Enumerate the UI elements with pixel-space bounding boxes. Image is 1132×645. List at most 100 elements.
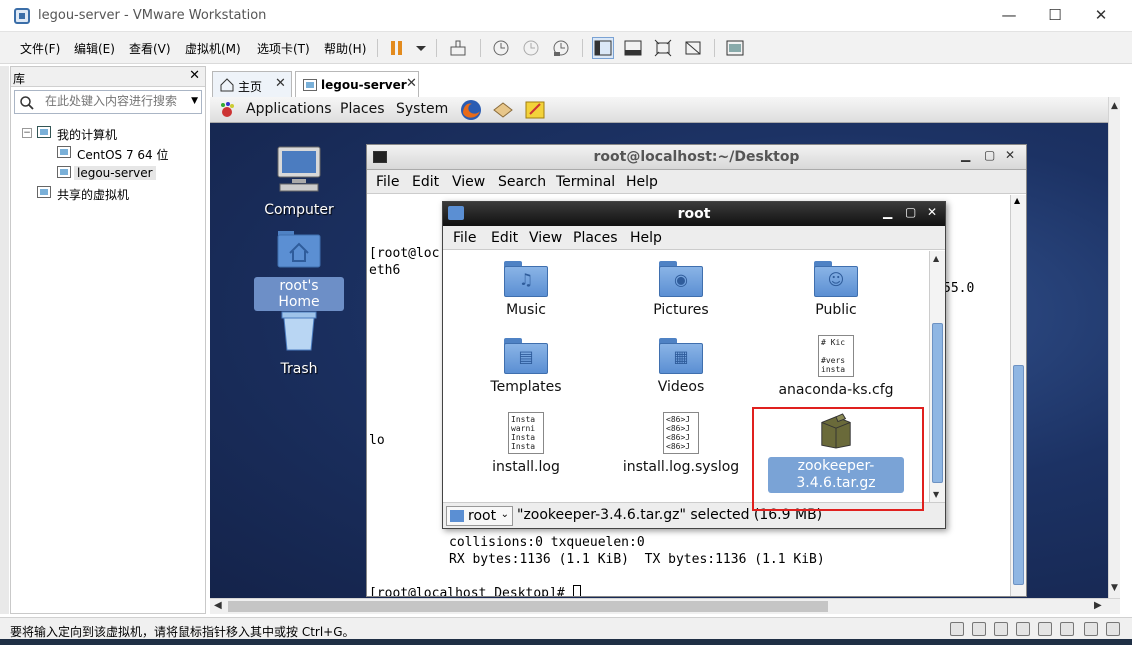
scroll-up-icon[interactable]: ▲ <box>1111 101 1118 111</box>
tab-home[interactable]: 主页 ✕ <box>212 71 292 98</box>
file-item-pictures[interactable]: ◉ Pictures <box>606 261 756 320</box>
text-file-icon: Insta warni Insta Insta <box>508 412 544 454</box>
terminal-menu-search[interactable]: Search <box>498 174 546 190</box>
hard-disk-icon[interactable] <box>950 622 964 636</box>
mail-icon[interactable] <box>492 100 514 120</box>
terminal-menu-help[interactable]: Help <box>626 174 658 190</box>
fm-maximize-button[interactable]: ▢ <box>905 205 916 219</box>
unity-button[interactable] <box>682 37 704 59</box>
scroll-up-icon[interactable]: ▲ <box>933 254 939 263</box>
fm-minimize-button[interactable]: ▁ <box>883 205 892 219</box>
snapshot-button[interactable] <box>490 37 512 59</box>
menu-applications[interactable]: Applications <box>246 101 332 117</box>
scroll-right-icon[interactable]: ▶ <box>1094 600 1102 611</box>
terminal-menu-edit[interactable]: Edit <box>412 174 439 190</box>
pause-button[interactable] <box>386 37 408 59</box>
fm-close-button[interactable]: ✕ <box>927 205 937 219</box>
firefox-icon[interactable] <box>460 99 482 121</box>
tree-item-my-computer[interactable]: − 我的计算机 <box>11 123 205 143</box>
fm-menu-places[interactable]: Places <box>573 230 618 246</box>
terminal-close-button[interactable]: ✕ <box>1005 148 1015 162</box>
file-view-scrollbar[interactable]: ▲ ▼ <box>929 251 945 502</box>
vm-console[interactable]: Applications Places System Computer root… <box>210 97 1120 598</box>
minimize-button[interactable]: — <box>986 0 1032 32</box>
menu-file[interactable]: 文件(F) <box>20 40 60 57</box>
chevron-down-icon <box>416 46 426 51</box>
network-icon[interactable] <box>972 622 986 636</box>
maximize-button[interactable]: ☐ <box>1032 0 1078 32</box>
library-search-input[interactable] <box>45 94 185 108</box>
horizontal-scroll-thumb[interactable] <box>228 601 828 612</box>
fm-menu-view[interactable]: View <box>529 230 562 246</box>
file-item-templates[interactable]: ▤ Templates <box>451 338 601 397</box>
vm-vertical-scrollbar[interactable]: ▲ ▼ <box>1108 97 1120 598</box>
search-dropdown-icon[interactable]: ▼ <box>191 96 198 106</box>
scroll-down-icon[interactable]: ▼ <box>1111 583 1118 593</box>
location-dropdown[interactable]: root ⌄ <box>446 506 513 526</box>
sound-icon[interactable] <box>1038 622 1052 636</box>
fullscreen-button[interactable] <box>652 37 674 59</box>
library-close-button[interactable]: ✕ <box>189 68 200 83</box>
menu-help[interactable]: 帮助(H) <box>324 40 366 57</box>
file-item-anaconda-ks[interactable]: # Kic #vers insta anaconda-ks.cfg <box>761 335 911 400</box>
scroll-up-icon[interactable]: ▲ <box>1014 196 1020 205</box>
console-view-button[interactable] <box>724 37 746 59</box>
fit-guest-icon[interactable] <box>1106 622 1120 636</box>
terminal-menu-terminal[interactable]: Terminal <box>556 174 615 190</box>
tab-close-button[interactable]: ✕ <box>275 76 286 91</box>
menu-tabs[interactable]: 选项卡(T) <box>257 40 310 57</box>
file-item-music[interactable]: ♫ Music <box>451 261 601 320</box>
fm-menu-edit[interactable]: Edit <box>491 230 518 246</box>
shared-vms-icon <box>37 186 51 198</box>
public-folder-icon: ☺ <box>814 261 858 297</box>
notes-icon[interactable] <box>524 100 546 120</box>
file-item-install-log[interactable]: Insta warni Insta Insta install.log <box>451 412 601 477</box>
library-header: 库 ✕ <box>11 67 205 87</box>
tab-close-button[interactable]: ✕ <box>406 76 417 91</box>
file-item-install-log-syslog[interactable]: <86>J <86>J <86>J <86>J install.log.sysl… <box>606 412 756 477</box>
menu-view[interactable]: 查看(V) <box>129 40 171 57</box>
tree-item-centos[interactable]: CentOS 7 64 位 <box>11 143 205 163</box>
vm-horizontal-scrollbar[interactable]: ◀ ▶ <box>210 598 1120 614</box>
scroll-down-icon[interactable]: ▼ <box>933 490 939 499</box>
text-file-icon: <86>J <86>J <86>J <86>J <box>663 412 699 454</box>
menu-places[interactable]: Places <box>340 101 385 117</box>
desktop-icon-trash[interactable]: Trash <box>254 308 344 378</box>
revert-icon <box>523 40 539 56</box>
usb-icon[interactable] <box>994 622 1008 636</box>
fm-menu-file[interactable]: File <box>453 230 476 246</box>
tree-label: CentOS 7 64 位 <box>77 148 169 162</box>
tree-item-legou-server[interactable]: legou-server <box>11 163 205 183</box>
terminal-scrollbar[interactable]: ▲ <box>1010 195 1026 596</box>
tab-legou-server[interactable]: legou-server ✕ <box>295 71 419 98</box>
revert-snapshot-button[interactable] <box>520 37 542 59</box>
desktop-icon-home[interactable]: root's Home <box>254 229 344 311</box>
file-view-scroll-thumb[interactable] <box>932 323 943 483</box>
tree-item-shared-vms[interactable]: 共享的虚拟机 <box>11 183 205 203</box>
collapse-icon[interactable]: − <box>22 128 32 138</box>
power-dropdown-button[interactable] <box>410 37 432 59</box>
terminal-menu-view[interactable]: View <box>452 174 485 190</box>
printer-icon[interactable] <box>1016 622 1030 636</box>
library-search[interactable]: ▼ <box>14 90 202 114</box>
send-ctrl-alt-del-button[interactable] <box>447 37 469 59</box>
file-item-videos[interactable]: ▦ Videos <box>606 338 756 397</box>
display-icon[interactable] <box>1060 622 1074 636</box>
desktop-icon-computer[interactable]: Computer <box>254 145 344 219</box>
close-button[interactable]: ✕ <box>1078 0 1124 32</box>
terminal-scroll-thumb[interactable] <box>1013 365 1024 585</box>
show-library-button[interactable] <box>592 37 614 59</box>
terminal-line: lo <box>369 433 385 448</box>
menu-edit[interactable]: 编辑(E) <box>74 40 115 57</box>
message-icon[interactable] <box>1084 622 1098 636</box>
menu-vm[interactable]: 虚拟机(M) <box>185 40 241 57</box>
thumbnail-bar-button[interactable] <box>622 37 644 59</box>
terminal-minimize-button[interactable]: ▁ <box>961 148 970 162</box>
scroll-left-icon[interactable]: ◀ <box>214 600 222 611</box>
snapshot-manager-button[interactable] <box>550 37 572 59</box>
fm-menu-help[interactable]: Help <box>630 230 662 246</box>
file-item-public[interactable]: ☺ Public <box>761 261 911 320</box>
terminal-menu-file[interactable]: File <box>376 174 399 190</box>
menu-system[interactable]: System <box>396 101 448 117</box>
terminal-maximize-button[interactable]: ▢ <box>984 148 995 162</box>
